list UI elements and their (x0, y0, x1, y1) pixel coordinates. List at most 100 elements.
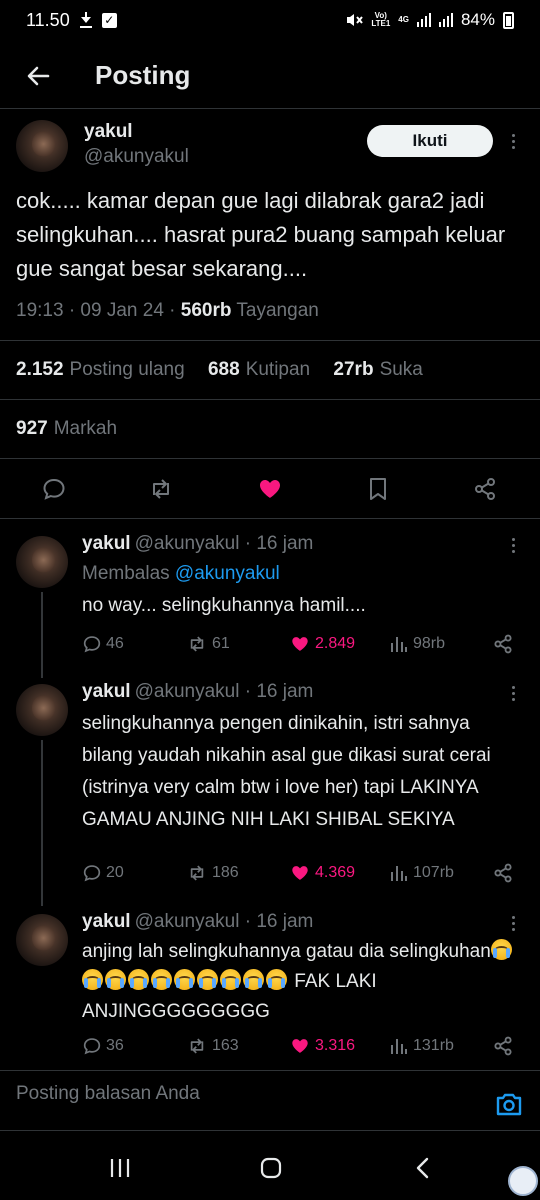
like-icon-filled[interactable] (257, 476, 283, 502)
like-count: 3.316 (315, 1037, 356, 1054)
watermark-badge (508, 1166, 538, 1196)
reply-button[interactable]: 20 (82, 861, 124, 885)
repost-count: 61 (212, 635, 230, 652)
battery-icon (503, 11, 514, 29)
avatar[interactable] (16, 684, 68, 736)
quotes-stat[interactable]: 688 Kutipan (208, 359, 328, 380)
loudly-crying-face-icon (266, 969, 287, 990)
reply-text-start: anjing lah selingkuhannya gatau dia seli… (82, 941, 491, 962)
repost-button[interactable]: 186 (186, 861, 239, 885)
loudly-crying-face-icon (220, 969, 241, 990)
view-count: 107rb (413, 864, 454, 881)
camera-icon[interactable] (495, 1091, 523, 1117)
author-handle[interactable]: @akunyakul (84, 146, 189, 168)
likes-stat[interactable]: 27rb Suka (333, 359, 422, 380)
bookmark-stats[interactable]: 927 Markah (16, 418, 117, 440)
author-name[interactable]: yakul (84, 121, 133, 143)
more-options-icon[interactable] (510, 536, 516, 556)
actions-divider (0, 518, 540, 519)
reply-author-handle[interactable]: @akunyakul (135, 533, 240, 554)
views-button[interactable]: 107rb (389, 861, 454, 885)
repost-button[interactable]: 163 (186, 1034, 239, 1058)
engagement-stats: 2.152 Posting ulang 688 Kutipan 27rb Suka (16, 359, 423, 381)
loudly-crying-face-icon (174, 969, 195, 990)
repost-button[interactable]: 61 (186, 632, 230, 656)
share-icon[interactable] (472, 476, 498, 502)
like-button[interactable]: 3.316 (289, 1034, 355, 1058)
view-count: 131rb (413, 1037, 454, 1054)
replying-label: Membalas (82, 563, 175, 584)
views-button[interactable]: 98rb (389, 632, 445, 656)
repost-icon[interactable] (148, 476, 174, 502)
composer-divider (0, 1070, 540, 1071)
reply-icon (83, 865, 101, 882)
recent-apps-icon[interactable] (108, 1156, 132, 1180)
views-icon (391, 1039, 407, 1054)
reply-author-name[interactable]: yakul (82, 533, 131, 554)
like-icon-filled (292, 866, 308, 880)
loudly-crying-face-icon (151, 969, 172, 990)
more-options-icon[interactable] (510, 914, 516, 934)
repost-count: 163 (212, 1037, 239, 1054)
reply-input[interactable]: Posting balasan Anda (16, 1083, 200, 1105)
views-button[interactable]: 131rb (389, 1034, 454, 1058)
reply-author-name[interactable]: yakul (82, 911, 131, 932)
reply-button[interactable]: 36 (82, 1034, 124, 1058)
like-button[interactable]: 2.849 (289, 632, 355, 656)
home-icon[interactable] (259, 1156, 283, 1180)
reply-count: 36 (106, 1037, 124, 1054)
signal-icon-2 (438, 13, 453, 27)
header-divider (0, 108, 540, 109)
like-button[interactable]: 4.369 (289, 861, 355, 885)
tweet-meta: 19:13 · 09 Jan 24 · 560rb Tayangan (16, 300, 319, 322)
status-left: 11.50 ✓ (26, 10, 117, 31)
mention-link[interactable]: @akunyakul (175, 563, 280, 584)
checkbox-icon: ✓ (101, 12, 117, 28)
avatar[interactable] (16, 914, 68, 966)
reply-action-bar: 36 163 3.316 131rb (82, 1034, 522, 1058)
battery-percent: 84% (460, 10, 495, 29)
network-type-icon: 4G (398, 15, 409, 24)
bookmark-icon[interactable] (365, 476, 391, 502)
loudly-crying-face-icon (197, 969, 218, 990)
share-icon[interactable] (492, 1035, 514, 1057)
share-icon[interactable] (492, 862, 514, 884)
avatar[interactable] (16, 536, 68, 588)
back-nav-icon[interactable] (411, 1156, 435, 1180)
more-options-icon[interactable] (510, 132, 516, 152)
avatar[interactable] (16, 120, 68, 172)
page-title: Posting (95, 60, 191, 90)
back-arrow-icon[interactable] (24, 62, 52, 90)
meta-divider (0, 340, 540, 341)
loudly-crying-face-icon (82, 969, 103, 990)
reply-author-name[interactable]: yakul (82, 681, 131, 702)
reply-count: 46 (106, 635, 124, 652)
reposts-stat[interactable]: 2.152 Posting ulang (16, 359, 203, 380)
view-count: 98rb (413, 635, 446, 652)
reply-text: anjing lah selingkuhannya gatau dia seli… (82, 937, 522, 1027)
status-time: 11.50 (26, 9, 70, 30)
quotes-label: Kutipan (245, 359, 311, 380)
bookmarks-count: 927 (16, 418, 48, 439)
reply-text: selingkuhannya pengen dinikahin, istri s… (82, 713, 491, 830)
reply-icon (83, 1038, 101, 1055)
loudly-crying-face-icon (105, 969, 126, 990)
status-bar: 11.50 ✓ Vo) LTE1 4G 84% (0, 0, 540, 40)
status-right: Vo) LTE1 4G 84% (345, 10, 514, 30)
volte-icon: Vo) LTE1 (371, 11, 391, 28)
reply-author-handle[interactable]: @akunyakul (135, 681, 240, 702)
follow-button[interactable]: Ikuti (367, 125, 493, 157)
more-options-icon[interactable] (510, 684, 516, 704)
thread-connector (41, 740, 43, 906)
repost-icon (190, 1038, 204, 1054)
view-count: 560rb (180, 300, 232, 321)
tweet-text: cok..... kamar depan gue lagi dilabrak g… (16, 188, 506, 281)
reply-button[interactable]: 46 (82, 632, 124, 656)
tweet-timestamp: 19:13 · 09 Jan 24 · (16, 300, 181, 321)
reply-icon[interactable] (41, 476, 67, 502)
loudly-crying-face-icon (128, 969, 149, 990)
reply-author-handle[interactable]: @akunyakul (135, 911, 240, 932)
likes-count: 27rb (333, 359, 374, 380)
share-icon[interactable] (492, 633, 514, 655)
app-header: Posting (0, 48, 540, 104)
